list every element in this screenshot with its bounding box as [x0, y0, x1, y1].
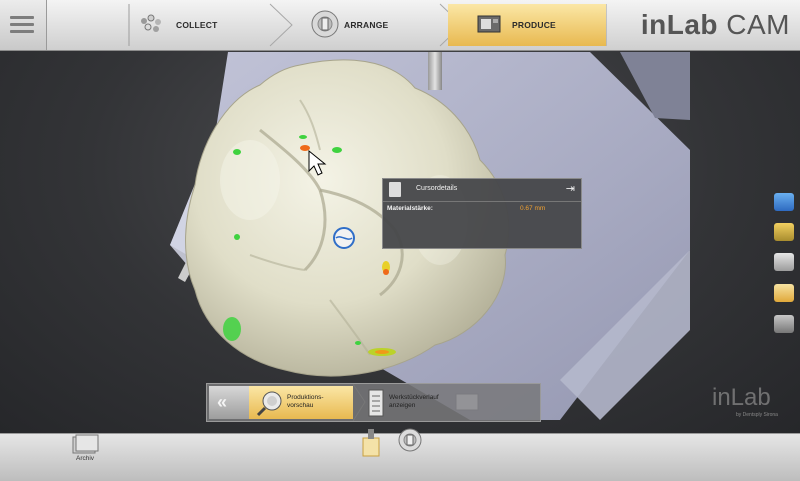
- disabled-action-button: [447, 386, 537, 419]
- double-chevron-left-icon: «: [217, 392, 228, 412]
- arrange-mode-icon[interactable]: [397, 427, 423, 453]
- production-preview-button[interactable]: Produktions- vorschau: [249, 386, 353, 419]
- screenshot-tool-icon[interactable]: [774, 253, 794, 271]
- material-thickness-value: 0.67 mm: [520, 205, 546, 212]
- back-button[interactable]: «: [209, 386, 249, 419]
- center-marker-icon[interactable]: [333, 227, 355, 249]
- menu-button[interactable]: [0, 0, 47, 50]
- milling-icon: [455, 393, 479, 411]
- pin-icon[interactable]: ⇥: [566, 182, 575, 195]
- step-collect[interactable]: COLLECT: [130, 4, 270, 46]
- production-preview-icon: [256, 391, 282, 417]
- cursor-details-panel: Cursordetails ⇥ Materialstärke: 0.67 mm: [382, 178, 582, 249]
- action-separator: [353, 384, 366, 421]
- layers-tool-icon[interactable]: [774, 223, 794, 241]
- collect-icon: [141, 14, 161, 32]
- notes-tool-icon[interactable]: [774, 284, 794, 302]
- cube-tool-icon[interactable]: [774, 315, 794, 333]
- archive-label: Archiv: [76, 455, 95, 462]
- cursor-details-title: Cursordetails: [416, 185, 458, 192]
- folder-icon: [72, 434, 99, 454]
- document-icon: [389, 182, 401, 197]
- action-bar: « Produktions- vorschau Werkstückverlauf…: [206, 383, 541, 422]
- view-tool-icon[interactable]: [774, 193, 794, 211]
- produce-mode-icon[interactable]: [361, 428, 381, 458]
- step-arrange[interactable]: ARRANGE: [292, 4, 440, 46]
- material-thickness-row: Materialstärke: 0.67 mm: [387, 205, 577, 212]
- step-collect-label: COLLECT: [176, 20, 218, 30]
- inlab-watermark-logo: inLab: [712, 384, 771, 411]
- step-arrange-label: ARRANGE: [344, 20, 389, 30]
- workpiece-history-icon: [368, 389, 384, 417]
- step-produce[interactable]: PRODUCE: [448, 4, 606, 46]
- workpiece-history-label: Werkstückverlauf anzeigen: [389, 394, 439, 409]
- material-thickness-label: Materialstärke:: [387, 205, 433, 212]
- cursor-details-header: Cursordetails ⇥: [383, 179, 581, 202]
- app-title: inLab CAM: [640, 9, 790, 40]
- produce-icon: [477, 15, 501, 33]
- hamburger-icon: [10, 16, 34, 19]
- workpiece-history-button[interactable]: Werkstückverlauf anzeigen: [367, 386, 445, 419]
- inlab-watermark-subtitle: by Dentsply Sirona: [736, 412, 778, 418]
- right-toolbar: [768, 181, 800, 341]
- archive-button[interactable]: Archiv: [68, 434, 108, 476]
- top-bar: COLLECT ARRANGE PRODUCE inLab CAM: [0, 0, 800, 51]
- arrange-icon: [311, 10, 339, 38]
- production-preview-label: Produktions- vorschau: [287, 394, 324, 409]
- step-produce-label: PRODUCE: [512, 20, 556, 30]
